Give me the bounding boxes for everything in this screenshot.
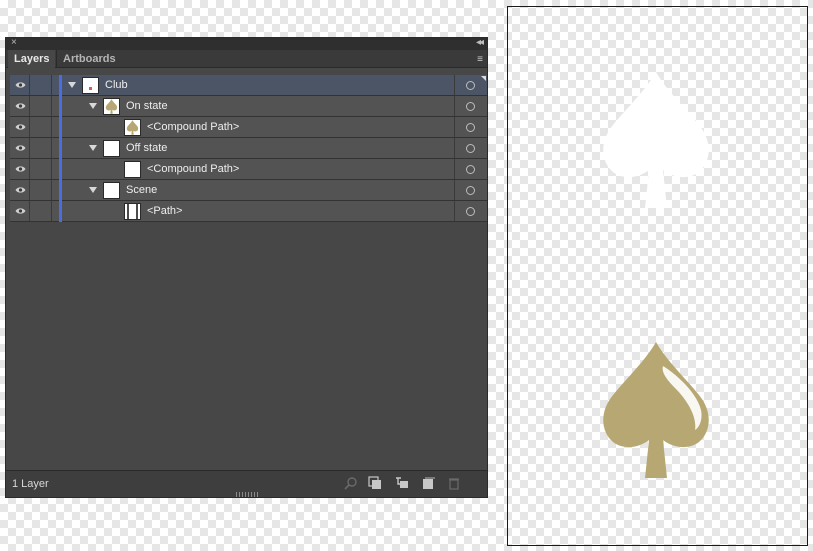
target-circle-icon — [466, 165, 475, 174]
lock-toggle[interactable] — [30, 201, 52, 221]
target-toggle[interactable] — [454, 75, 487, 95]
lock-toggle[interactable] — [30, 75, 52, 95]
layer-thumbnail — [82, 77, 99, 94]
selection-indicator-icon — [481, 76, 486, 81]
lock-toggle[interactable] — [30, 138, 52, 158]
target-circle-icon — [466, 186, 475, 195]
layer-name: <Path> — [147, 205, 183, 217]
spade-off-state — [603, 72, 709, 208]
tab-layers[interactable]: Layers — [8, 50, 56, 68]
eye-icon — [15, 103, 26, 109]
layer-row[interactable]: Scene — [10, 180, 487, 201]
club-thumb-icon — [89, 87, 92, 90]
spade-on-state — [603, 342, 709, 478]
layer-thumbnail — [103, 182, 120, 199]
layer-name: On state — [126, 100, 168, 112]
eye-icon — [15, 124, 26, 130]
layers-panel: × ◂◂ Layers Artboards ≡ Club On state <Com… — [5, 37, 488, 498]
spade-thumb-icon — [105, 99, 118, 114]
layer-thumbnail — [124, 119, 141, 136]
path-thumb-icon — [127, 204, 138, 219]
new-layer-icon[interactable] — [421, 476, 435, 490]
layers-list: Club On state <Compound Path> Off state <Com… — [10, 75, 487, 222]
layer-color-bar — [59, 117, 62, 138]
layer-color-bar — [59, 75, 62, 96]
panel-menu-icon[interactable]: ≡ — [477, 54, 483, 65]
layer-color-bar — [59, 180, 62, 201]
visibility-toggle[interactable] — [10, 201, 30, 221]
visibility-toggle[interactable] — [10, 117, 30, 137]
layer-name: Off state — [126, 142, 168, 154]
close-icon[interactable]: × — [11, 37, 17, 48]
layer-thumbnail — [103, 98, 120, 115]
eye-icon — [15, 187, 26, 193]
eye-icon — [15, 82, 26, 88]
layer-name: <Compound Path> — [147, 121, 240, 133]
eye-icon — [15, 208, 26, 214]
target-circle-icon — [466, 144, 475, 153]
tab-artboards[interactable]: Artboards — [56, 50, 122, 68]
layer-thumbnail — [103, 140, 120, 157]
spade-thumb-icon — [126, 120, 139, 135]
layer-row[interactable]: On state — [10, 96, 487, 117]
layer-row[interactable]: <Compound Path> — [10, 159, 487, 180]
expand-triangle-icon[interactable] — [68, 82, 76, 88]
expand-triangle-icon[interactable] — [89, 145, 97, 151]
target-toggle[interactable] — [454, 96, 487, 116]
eye-icon — [15, 166, 26, 172]
layer-name: Scene — [126, 184, 158, 196]
panel-titlebar: × ◂◂ — [6, 37, 487, 50]
delete-icon[interactable] — [447, 476, 461, 490]
artboard — [507, 6, 808, 546]
target-circle-icon — [466, 81, 475, 90]
layer-row[interactable]: Club — [10, 75, 487, 96]
panel-tabbar: Layers Artboards ≡ — [6, 50, 487, 68]
layer-name: Club — [105, 79, 128, 91]
layer-row[interactable]: <Path> — [10, 201, 487, 222]
make-clipping-mask-icon[interactable] — [368, 476, 382, 490]
target-circle-icon — [466, 207, 475, 216]
lock-toggle[interactable] — [30, 96, 52, 116]
layer-thumbnail — [124, 203, 141, 220]
layer-color-bar — [59, 159, 62, 180]
layer-row[interactable]: <Compound Path> — [10, 117, 487, 138]
create-sublayer-icon[interactable] — [395, 476, 409, 490]
locate-object-icon[interactable] — [344, 476, 358, 490]
panel-footer: 1 Layer — [6, 470, 487, 497]
layer-count: 1 Layer — [12, 478, 49, 490]
resize-grip[interactable] — [235, 492, 258, 497]
layer-thumbnail — [124, 161, 141, 178]
target-circle-icon — [466, 102, 475, 111]
lock-toggle[interactable] — [30, 159, 52, 179]
lock-toggle[interactable] — [30, 180, 52, 200]
layer-name: <Compound Path> — [147, 163, 240, 175]
eye-icon — [15, 145, 26, 151]
expand-triangle-icon[interactable] — [89, 103, 97, 109]
expand-triangle-icon[interactable] — [89, 187, 97, 193]
layer-color-bar — [59, 201, 62, 222]
target-toggle[interactable] — [454, 159, 487, 179]
collapse-icon[interactable]: ◂◂ — [476, 37, 484, 48]
layer-color-bar — [59, 138, 62, 159]
visibility-toggle[interactable] — [10, 75, 30, 95]
lock-toggle[interactable] — [30, 117, 52, 137]
layer-row[interactable]: Off state — [10, 138, 487, 159]
visibility-toggle[interactable] — [10, 159, 30, 179]
target-toggle[interactable] — [454, 138, 487, 158]
layer-color-bar — [59, 96, 62, 117]
target-toggle[interactable] — [454, 201, 487, 221]
target-toggle[interactable] — [454, 117, 487, 137]
visibility-toggle[interactable] — [10, 180, 30, 200]
target-toggle[interactable] — [454, 180, 487, 200]
visibility-toggle[interactable] — [10, 96, 30, 116]
target-circle-icon — [466, 123, 475, 132]
visibility-toggle[interactable] — [10, 138, 30, 158]
